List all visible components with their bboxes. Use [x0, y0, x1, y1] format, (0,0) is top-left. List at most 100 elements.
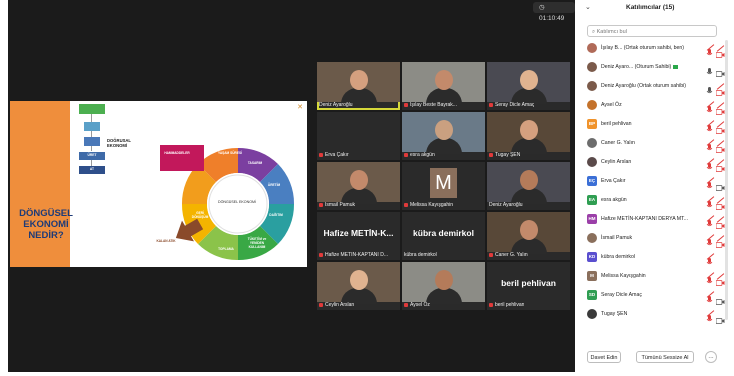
video-tile[interactable]: Tugay ŞEN — [487, 112, 570, 160]
camera-icon[interactable] — [715, 178, 725, 191]
participant-avatar: SD — [587, 290, 597, 300]
video-tile[interactable]: Seray Dicle Amaç — [487, 62, 570, 110]
camera-off-icon[interactable] — [715, 216, 725, 229]
video-tile[interactable]: Hafize METİN-K... Hafize METİN-KAPTANI D.… — [317, 212, 400, 260]
camera-off-icon[interactable] — [715, 45, 725, 58]
participant-avatar: EÇ — [587, 176, 597, 186]
tile-name-label: Caner G. Yalın — [489, 252, 528, 259]
mic-muted-icon[interactable] — [706, 272, 713, 284]
camera-off-icon[interactable] — [715, 235, 725, 248]
mic-muted-icon[interactable] — [706, 44, 713, 56]
slide-title: DÖNGÜSEL EKONOMİ NEDİR? — [19, 208, 73, 241]
camera-off-icon[interactable] — [715, 121, 725, 134]
camera-off-icon[interactable] — [715, 140, 725, 153]
participant-avatar — [587, 157, 597, 167]
mic-muted-icon[interactable] — [706, 215, 713, 227]
chevron-down-icon[interactable]: ⌄ — [585, 3, 591, 11]
participant-row[interactable]: EÇ Erva Çakır — [587, 174, 727, 191]
video-tile[interactable]: Deniz Ayaroğlu — [487, 162, 570, 210]
video-tile[interactable]: kübra demirkol kübra demirkol — [402, 212, 485, 260]
wheel-label-production: ÜRETİM — [267, 183, 281, 187]
wheel-label-raw-materials: HAMMADDELER — [164, 151, 190, 155]
participant-avatar — [587, 100, 597, 110]
participant-row[interactable]: KD kübra demirkol — [587, 250, 727, 265]
participant-name: kübra demirkol — [601, 254, 636, 260]
mic-muted-icon[interactable] — [706, 158, 713, 170]
invite-button[interactable]: Davet Edin — [587, 351, 621, 363]
video-tile[interactable]: Ceylin Arslan — [317, 262, 400, 310]
mic-muted-icon[interactable] — [706, 234, 713, 246]
video-tile[interactable]: M Melissa Kayışgahin — [402, 162, 485, 210]
participant-row[interactable]: SD Seray Dicle Amaç — [587, 288, 727, 305]
mic-muted-icon[interactable] — [706, 101, 713, 113]
mic-muted-icon[interactable] — [706, 196, 713, 208]
more-options-button[interactable]: ··· — [705, 351, 717, 363]
participant-row[interactable]: İşılay B... (Ortak oturum sahibi, ben) — [587, 41, 727, 58]
mute-all-button[interactable]: Tümünü Sessize Al — [636, 351, 694, 363]
video-tile[interactable]: İsmail Pamuk — [317, 162, 400, 210]
participant-row[interactable]: Ceylin Arslan — [587, 155, 727, 172]
mic-muted-icon[interactable] — [706, 177, 713, 189]
participant-video — [487, 112, 570, 154]
camera-off-icon[interactable] — [715, 159, 725, 172]
participant-name: Hafize METİN-KAPTANI DERYA MT... — [601, 216, 689, 222]
wheel-label-design: TASARIM — [247, 161, 263, 165]
camera-off-icon[interactable] — [715, 197, 725, 210]
participant-row[interactable]: HM Hafize METİN-KAPTANI DERYA MT... — [587, 212, 727, 229]
participant-video — [487, 162, 570, 204]
participant-name: Caner G. Yalın — [601, 140, 635, 146]
wheel-label-lifetime: YAŞAM SÜRESİ — [218, 151, 242, 155]
mic-icon[interactable] — [706, 63, 713, 75]
tile-name-label: Deniz Ayaroğlu — [319, 102, 353, 108]
participant-name: Deniz Ayaroğlu (Ortak oturum sahibi) — [601, 83, 686, 89]
participant-row[interactable]: Tugay ŞEN — [587, 307, 727, 324]
participant-name: İsmail Pamuk — [601, 235, 633, 241]
participant-row[interactable]: BP beril pehlivan — [587, 117, 727, 134]
participant-avatar: BP — [587, 119, 597, 129]
video-tile[interactable]: Deniz Ayaroğlu — [317, 62, 400, 110]
participant-row[interactable]: EA esra akgün — [587, 193, 727, 210]
participant-row[interactable]: Deniz Ayaroğlu (Ortak oturum sahibi) — [587, 79, 727, 96]
camera-off-icon[interactable] — [715, 83, 725, 96]
tile-name-label: Aysel Öz — [404, 302, 430, 309]
mic-muted-icon[interactable] — [706, 253, 713, 265]
participant-row[interactable]: M Melissa Kayışgahin — [587, 269, 727, 286]
participant-row[interactable]: Deniz Ayaro... (Oturum Sahibi) — [587, 60, 727, 77]
mic-muted-icon[interactable] — [706, 310, 713, 322]
participant-name: Seray Dicle Amaç — [601, 292, 642, 298]
participant-avatar: EA — [587, 195, 597, 205]
video-tile[interactable]: Aysel Öz — [402, 262, 485, 310]
participant-video — [317, 62, 400, 104]
mic-icon[interactable] — [706, 82, 713, 94]
participant-row[interactable]: İsmail Pamuk — [587, 231, 727, 248]
mic-muted-icon[interactable] — [706, 291, 713, 303]
video-tile[interactable]: Erva Çakır — [317, 112, 400, 160]
tile-name-label: Tugay ŞEN — [489, 152, 520, 159]
participant-name: esra akgün — [601, 197, 627, 203]
wheel-label-distribution: DAĞITIM — [269, 213, 283, 217]
participant-list-scrollbar[interactable] — [725, 40, 728, 320]
camera-off-icon[interactable] — [715, 102, 725, 115]
video-tile[interactable]: esra akgün — [402, 112, 485, 160]
mic-muted-icon[interactable] — [706, 139, 713, 151]
video-tile[interactable]: Caner G. Yalın — [487, 212, 570, 260]
residue-label: KALAN ATIK — [156, 239, 176, 243]
linear-arrow — [91, 114, 92, 122]
video-tile[interactable]: beril pehlivan beril pehlivan — [487, 262, 570, 310]
camera-icon[interactable] — [715, 292, 725, 305]
camera-icon[interactable] — [715, 311, 725, 324]
participant-row[interactable]: Aysel Öz — [587, 98, 727, 115]
tile-name-label: Erva Çakır — [319, 152, 349, 159]
mic-muted-icon[interactable] — [706, 120, 713, 132]
camera-icon[interactable] — [715, 64, 725, 77]
linear-step-resource — [79, 104, 105, 114]
wheel-label-consumption: TÜKETİM ve YENİDEN KULLANIM — [247, 237, 267, 249]
participant-avatar: M — [430, 168, 457, 198]
linear-step-3 — [84, 137, 100, 146]
meeting-timer[interactable]: ◷ 01:10:49 — [533, 2, 575, 22]
participant-search-input[interactable]: ⌕ Katılımcı bul — [587, 25, 717, 37]
participant-row[interactable]: Caner G. Yalın — [587, 136, 727, 153]
linear-step-produce: ÜRET — [79, 152, 105, 160]
camera-off-icon[interactable] — [715, 273, 725, 286]
video-tile[interactable]: İşılay Beste Bayrak... — [402, 62, 485, 110]
